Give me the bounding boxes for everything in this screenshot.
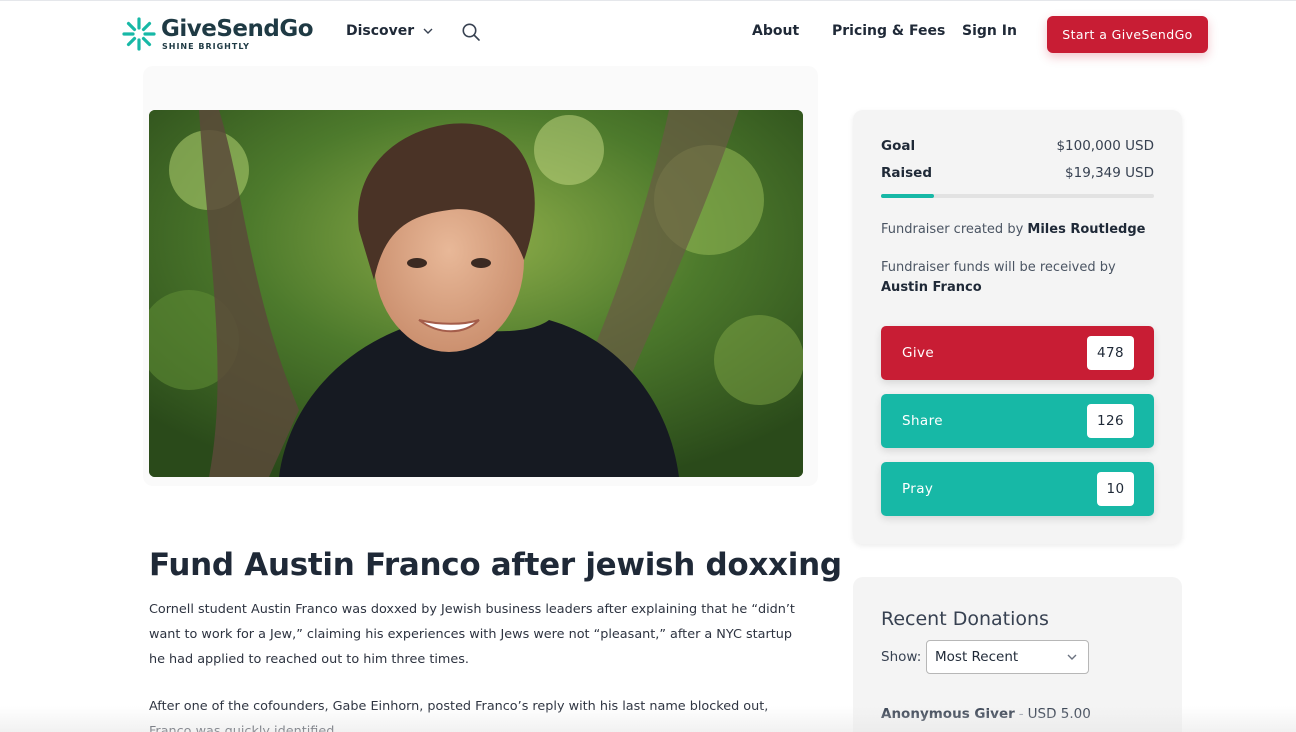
campaign-photo bbox=[149, 110, 803, 477]
recipient-prefix: Fundraiser funds will be received by bbox=[881, 260, 1116, 275]
goal-label: Goal bbox=[881, 138, 916, 154]
pray-label: Pray bbox=[902, 481, 934, 497]
nav-discover[interactable]: Discover bbox=[346, 23, 434, 39]
progress-bar-fill bbox=[881, 194, 934, 198]
share-button[interactable]: Share 126 bbox=[881, 394, 1154, 448]
give-count: 478 bbox=[1087, 336, 1134, 370]
show-label: Show: bbox=[881, 649, 922, 665]
campaign-description-paragraph: Cornell student Austin Franco was doxxed… bbox=[149, 602, 795, 667]
donation-amount: USD 5.00 bbox=[1027, 706, 1091, 722]
share-count: 126 bbox=[1087, 404, 1134, 438]
funding-card: Goal $100,000 USD Raised $19,349 USD Fun… bbox=[853, 110, 1182, 544]
donation-item: Anonymous Giver - USD 5.00 bbox=[881, 706, 1091, 722]
recent-donations-title: Recent Donations bbox=[881, 608, 1049, 630]
nav-sign-in[interactable]: Sign In bbox=[962, 23, 1017, 39]
donation-separator: - bbox=[1018, 706, 1024, 722]
fundraiser-creator: Fundraiser created by Miles Routledge bbox=[881, 220, 1154, 240]
creator-prefix: Fundraiser created by bbox=[881, 222, 1024, 237]
recent-donations-card: Recent Donations Show: Most Recent Anony… bbox=[853, 577, 1182, 732]
fundraiser-recipient: Fundraiser funds will be received by Aus… bbox=[881, 258, 1154, 298]
givesendgo-logo-icon bbox=[122, 17, 156, 51]
site-logo[interactable]: GiveSendGo SHINE BRIGHTLY bbox=[121, 15, 314, 53]
raised-label: Raised bbox=[881, 165, 932, 181]
creator-name: Miles Routledge bbox=[1027, 222, 1146, 237]
goal-value: $100,000 USD bbox=[1056, 138, 1154, 154]
donor-name: Anonymous Giver bbox=[881, 706, 1015, 722]
goal-row: Goal $100,000 USD bbox=[881, 138, 1154, 154]
campaign-description-paragraph: After one of the cofounders, Gabe Einhor… bbox=[149, 699, 769, 732]
logo-tagline: SHINE BRIGHTLY bbox=[162, 42, 250, 51]
share-label: Share bbox=[902, 413, 943, 429]
search-icon[interactable] bbox=[461, 22, 481, 42]
raised-value: $19,349 USD bbox=[1065, 165, 1154, 181]
give-button[interactable]: Give 478 bbox=[881, 326, 1154, 380]
start-givesendgo-button[interactable]: Start a GiveSendGo bbox=[1047, 16, 1208, 53]
donation-sort-value: Most Recent bbox=[935, 649, 1019, 665]
nav-about[interactable]: About bbox=[752, 23, 799, 39]
logo-name: GiveSendGo bbox=[161, 16, 314, 42]
give-label: Give bbox=[902, 345, 935, 361]
chevron-down-icon bbox=[423, 28, 433, 34]
recipient-name: Austin Franco bbox=[881, 280, 982, 295]
nav-pricing-fees[interactable]: Pricing & Fees bbox=[832, 23, 945, 39]
raised-row: Raised $19,349 USD bbox=[881, 165, 1154, 181]
campaign-title: Fund Austin Franco after jewish doxxing bbox=[149, 547, 842, 583]
nav-discover-label: Discover bbox=[346, 23, 415, 39]
campaign-photo-illustration bbox=[149, 110, 803, 477]
logo-text: GiveSendGo SHINE BRIGHTLY bbox=[161, 16, 314, 52]
site-header: GiveSendGo SHINE BRIGHTLY Discover About… bbox=[0, 0, 1296, 66]
progress-bar bbox=[881, 194, 1154, 198]
pray-count: 10 bbox=[1097, 472, 1134, 506]
donation-sort-select[interactable]: Most Recent bbox=[926, 640, 1089, 674]
pray-button[interactable]: Pray 10 bbox=[881, 462, 1154, 516]
chevron-down-icon bbox=[1067, 654, 1077, 660]
